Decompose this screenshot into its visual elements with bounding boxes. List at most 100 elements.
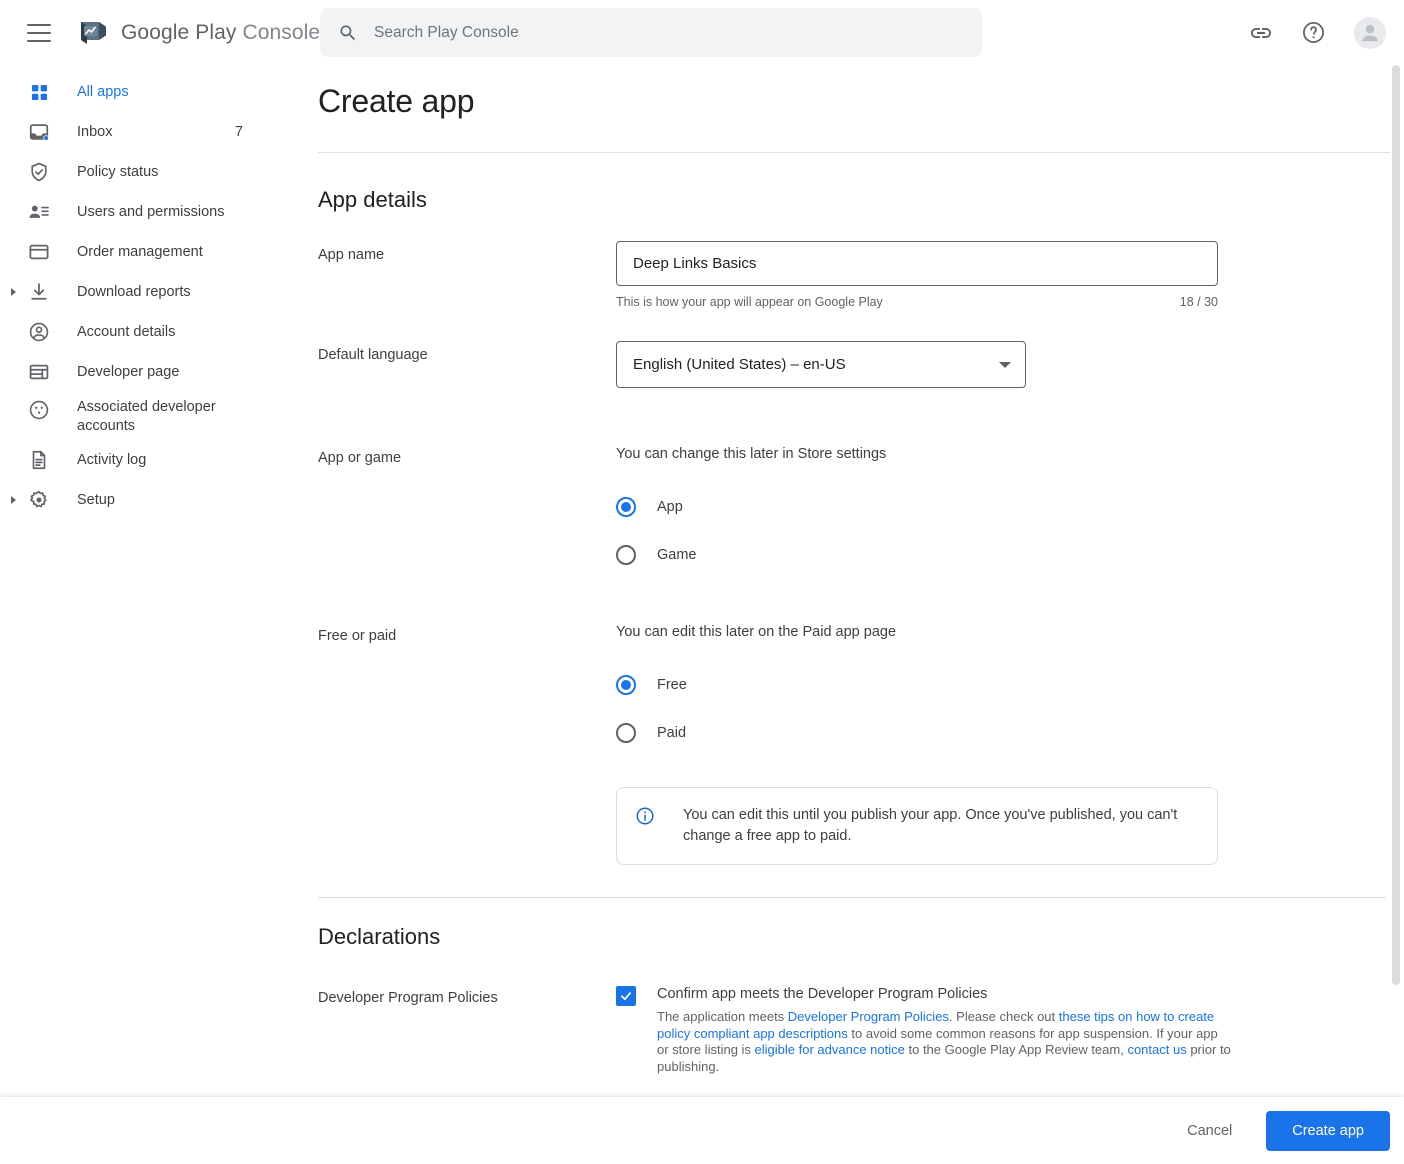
sidebar-item-label: Order management — [77, 243, 203, 262]
policies-link-1[interactable]: Developer Program Policies — [788, 1009, 949, 1024]
row-app-name: App name This is how your app will appea… — [318, 241, 1404, 309]
avatar[interactable] — [1354, 17, 1386, 49]
search-input[interactable] — [374, 8, 934, 57]
play-console-create-app-page: Google Play Console — [0, 0, 1404, 1164]
policies-desc-1: The application meets — [657, 1009, 788, 1024]
section-title-app-details: App details — [318, 187, 1404, 213]
app-name-char-counter: 18 / 30 — [1180, 295, 1218, 309]
google-play-console-logo-icon — [79, 19, 109, 47]
sidebar-item-download-reports[interactable]: Download reports — [0, 272, 300, 312]
label-app-name: App name — [318, 241, 616, 309]
top-bar: Google Play Console — [0, 0, 1404, 65]
search-box[interactable] — [320, 8, 982, 57]
default-language-select[interactable]: English (United States) – en-US — [616, 341, 1026, 388]
sidebar-item-label: Policy status — [77, 163, 158, 182]
app-name-helper-text: This is how your app will appear on Goog… — [616, 295, 883, 309]
sidebar-item-users-and-permissions[interactable]: Users and permissions — [0, 192, 300, 232]
link-icon[interactable] — [1248, 20, 1274, 46]
policies-checkbox[interactable] — [616, 986, 636, 1006]
sidebar-item-order-management[interactable]: Order management — [0, 232, 300, 272]
main-scrollbar-track[interactable] — [1390, 65, 1402, 1097]
sidebar-item-account-details[interactable]: Account details — [0, 312, 300, 352]
credit-card-icon — [27, 240, 51, 264]
radio-game-label: Game — [657, 547, 697, 563]
row-app-or-game: App or game You can change this later in… — [318, 444, 1404, 572]
radio-paid-label: Paid — [657, 725, 686, 741]
shield-check-icon — [27, 160, 51, 184]
label-free-or-paid: Free or paid — [318, 622, 616, 865]
sidebar-item-label: Account details — [77, 323, 175, 342]
row-default-language: Default language English (United States)… — [318, 341, 1404, 388]
download-icon — [27, 280, 51, 304]
sidebar-item-activity-log[interactable]: Activity log — [0, 440, 300, 480]
title-divider — [318, 152, 1394, 153]
search-container — [320, 8, 982, 57]
label-default-language: Default language — [318, 341, 616, 388]
radio-free-indicator[interactable] — [616, 675, 636, 695]
sidebar-item-policy-status[interactable]: Policy status — [0, 152, 300, 192]
top-bar-actions — [1248, 0, 1386, 65]
sidebar-item-label: Setup — [77, 491, 115, 510]
radio-free-label: Free — [657, 677, 687, 693]
sidebar-item-inbox[interactable]: Inbox 7 — [0, 112, 300, 152]
inbox-icon — [27, 120, 51, 144]
label-developer-program-policies: Developer Program Policies — [318, 984, 616, 1075]
sidebar-item-label: Developer page — [77, 363, 179, 382]
main-scrollbar-thumb[interactable] — [1392, 65, 1400, 985]
brand-text-google-play: Google Play — [121, 21, 237, 44]
bottom-action-bar: Cancel Create app — [0, 1097, 1404, 1164]
developer-page-icon — [27, 360, 51, 384]
chevron-down-icon[interactable] — [999, 362, 1011, 368]
sidebar-item-label: All apps — [77, 83, 129, 102]
radio-app-indicator[interactable] — [616, 497, 636, 517]
brand-logo-link[interactable]: Google Play Console — [79, 19, 320, 47]
policies-link-4[interactable]: contact us — [1127, 1042, 1186, 1057]
radio-option-game[interactable]: Game — [616, 538, 1404, 572]
cancel-button[interactable]: Cancel — [1171, 1113, 1248, 1149]
row-developer-program-policies: Developer Program Policies Confirm app m… — [318, 984, 1404, 1075]
hint-app-or-game: You can change this later in Store setti… — [616, 444, 1404, 464]
help-circle-icon[interactable] — [1300, 20, 1326, 46]
expand-arrow-icon[interactable] — [8, 287, 18, 297]
label-app-or-game: App or game — [318, 444, 616, 572]
app-name-input[interactable] — [616, 241, 1218, 286]
associated-accounts-icon — [27, 398, 51, 422]
info-circle-icon — [635, 806, 655, 831]
search-icon — [338, 23, 358, 43]
policies-desc-2: . Please check out — [949, 1009, 1059, 1024]
hint-free-or-paid: You can edit this later on the Paid app … — [616, 622, 1404, 642]
radio-game-indicator[interactable] — [616, 545, 636, 565]
section-title-declarations: Declarations — [318, 924, 1404, 950]
inbox-count-badge: 7 — [235, 124, 243, 140]
sidebar-item-associated-developer-accounts[interactable]: Associated developer accounts — [0, 392, 300, 440]
expand-arrow-icon[interactable] — [8, 495, 18, 505]
create-app-button[interactable]: Create app — [1266, 1111, 1390, 1151]
sidebar-item-label: Associated developer accounts — [77, 398, 227, 436]
radio-paid-indicator[interactable] — [616, 723, 636, 743]
sidebar: All apps Inbox 7 Policy status — [0, 65, 300, 1164]
free-paid-info-text: You can edit this until you publish your… — [683, 805, 1197, 847]
radio-option-free[interactable]: Free — [616, 668, 1404, 702]
field-free-or-paid: You can edit this later on the Paid app … — [616, 622, 1404, 865]
page-title: Create app — [318, 83, 1404, 120]
radio-option-app[interactable]: App — [616, 490, 1404, 524]
field-app-name: This is how your app will appear on Goog… — [616, 241, 1404, 309]
policies-checkbox-description: The application meets Developer Program … — [657, 1009, 1232, 1075]
policies-desc-4: to the Google Play App Review team, — [905, 1042, 1128, 1057]
apps-grid-icon — [27, 80, 51, 104]
sidebar-item-developer-page[interactable]: Developer page — [0, 352, 300, 392]
radio-option-paid[interactable]: Paid — [616, 716, 1404, 750]
gear-icon — [27, 488, 51, 512]
brand-text-console: Console — [242, 21, 320, 44]
main-content: Create app App details App name This is … — [300, 65, 1404, 1097]
sidebar-item-all-apps[interactable]: All apps — [0, 72, 300, 112]
sidebar-item-label: Download reports — [77, 283, 191, 302]
field-developer-program-policies: Confirm app meets the Developer Program … — [616, 984, 1404, 1075]
policies-link-3[interactable]: eligible for advance notice — [755, 1042, 905, 1057]
sidebar-item-setup[interactable]: Setup — [0, 480, 300, 520]
policies-checkbox-box — [616, 986, 636, 1006]
hamburger-menu-icon[interactable] — [27, 24, 51, 42]
radio-app-label: App — [657, 499, 683, 515]
sidebar-item-label: Activity log — [77, 451, 146, 470]
policies-checkbox-title: Confirm app meets the Developer Program … — [657, 986, 987, 1002]
